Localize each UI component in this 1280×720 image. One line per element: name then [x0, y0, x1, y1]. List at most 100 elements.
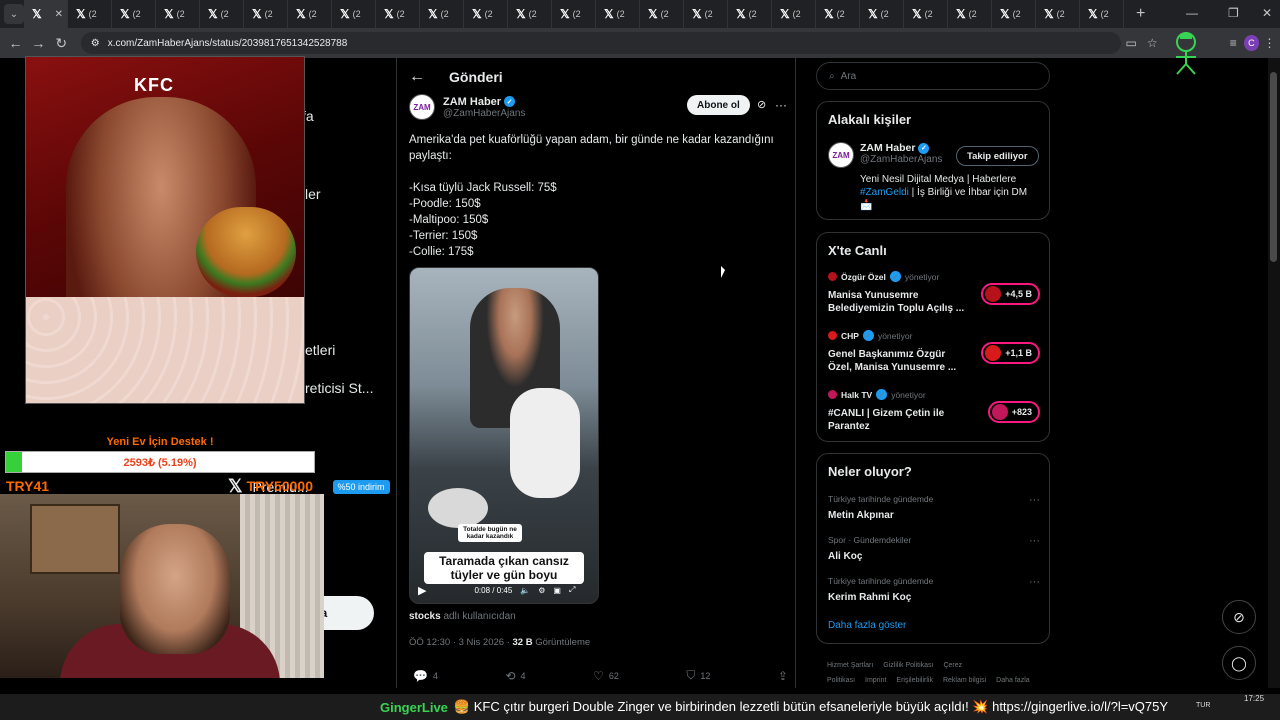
tray-language[interactable]: TUR [1196, 702, 1210, 709]
related-user[interactable]: ZAM ZAM Haber ✓ @ZamHaberAjans [828, 142, 942, 168]
browser-tab[interactable]: 𝕏 (2 [376, 0, 420, 28]
nav-item-fragment[interactable]: ler [305, 186, 321, 202]
browser-tab[interactable]: 𝕏 (2 [640, 0, 684, 28]
post-author[interactable]: ZAM ZAM Haber ✓ @ZamHaberAjans [409, 94, 525, 120]
browser-tab[interactable]: 𝕏 (2 [244, 0, 288, 28]
related-bio: Yeni Nesil Dijital Medya | Haberlere #Za… [860, 173, 1040, 212]
x-favicon-icon: 𝕏 [252, 7, 262, 21]
live-item[interactable]: Özgür Özel ✓ yönetiyor Manisa Yunusemre Be… [828, 271, 1040, 315]
share-icon: ⇪ [777, 668, 788, 683]
bookmark-star-icon[interactable]: ☆ [1142, 36, 1163, 50]
browser-tab[interactable]: 𝕏 (2 [596, 0, 640, 28]
trend-item[interactable]: Türkiye tarihinde gündemde Kerim Rahmi Ko… [828, 576, 1040, 603]
address-bar[interactable]: ⚙ x.com/ZamHaberAjans/status/20398176513… [80, 32, 1121, 54]
browser-tab[interactable]: 𝕏 (2 [464, 0, 508, 28]
author-name[interactable]: ZAM Haber [443, 96, 501, 108]
browser-tab[interactable]: 𝕏 (2 [112, 0, 156, 28]
browser-tab[interactable]: 𝕏 (2 [200, 0, 244, 28]
browser-tab[interactable]: 𝕏 (2 [816, 0, 860, 28]
browser-tab[interactable]: 𝕏 (2 [288, 0, 332, 28]
cast-icon[interactable]: ▭ [1121, 36, 1142, 50]
post-more-icon[interactable]: ··· [775, 98, 787, 112]
browser-tab[interactable]: 𝕏 (2 [68, 0, 112, 28]
browser-tab[interactable]: 𝕏X✕ [24, 0, 68, 28]
nav-item-fragment[interactable]: etleri [305, 342, 335, 358]
live-listeners-pill[interactable]: +823 [987, 401, 1040, 423]
post-meta: ÖÖ 12:30 · 3 Nis 2026 · 32 B Görüntüleme [409, 637, 590, 648]
share-button[interactable]: ⇪ [778, 668, 788, 683]
reload-icon[interactable]: ↻ [50, 35, 73, 52]
browser-tab[interactable]: 𝕏 (2 [904, 0, 948, 28]
grok-icon[interactable]: ⊘ [757, 98, 766, 111]
browser-tab[interactable]: 𝕏 (2 [508, 0, 552, 28]
back-arrow-icon[interactable]: ← [409, 68, 425, 86]
footer-link[interactable]: Reklam bilgisi [943, 677, 986, 684]
browser-menu-icon[interactable]: ⋮ [1259, 36, 1280, 50]
browser-tab[interactable]: 𝕏 (2 [1080, 0, 1124, 28]
bio-hashtag[interactable]: #ZamGeldi [860, 187, 909, 198]
footer-link[interactable]: Erişilebilirlik [896, 677, 933, 684]
bookmark-button[interactable]: ⛉ 12 [686, 668, 710, 683]
browser-tab[interactable]: 𝕏 (2 [552, 0, 596, 28]
trend-more-icon[interactable]: ··· [1029, 576, 1040, 588]
trend-item[interactable]: Türkiye tarihinde gündemde Metin Akpınar ·… [828, 494, 1040, 521]
subscribe-button[interactable]: Abone ol [687, 95, 750, 115]
new-tab-button[interactable]: + [1136, 5, 1145, 23]
pip-icon[interactable]: ▣ [553, 586, 561, 595]
taskbar-clock[interactable]: 17:25 [1244, 694, 1264, 704]
site-info-icon[interactable]: ⚙ [91, 38, 100, 49]
minimize-button[interactable]: — [1186, 6, 1198, 20]
show-more-link[interactable]: Daha fazla göster [828, 620, 906, 631]
close-tab-icon[interactable]: ✕ [55, 9, 63, 20]
scroll-thumb[interactable] [1270, 72, 1277, 262]
back-icon[interactable]: ← [4, 35, 27, 51]
trend-more-icon[interactable]: ··· [1029, 535, 1040, 547]
maximize-button[interactable]: ❐ [1228, 6, 1239, 20]
like-button[interactable]: ♡ 62 [593, 668, 619, 683]
browser-tab[interactable]: 𝕏 (2 [948, 0, 992, 28]
trend-more-icon[interactable]: ··· [1029, 494, 1040, 506]
reading-list-icon[interactable]: ≡ [1223, 36, 1244, 50]
volume-icon[interactable]: 🔈 [520, 586, 530, 595]
page-scrollbar[interactable] [1268, 58, 1280, 688]
live-item[interactable]: CHP ✓ yönetiyor Genel Başkanımız Özgür Öze… [828, 330, 1040, 374]
grok-float-button[interactable]: ⊘ [1222, 600, 1256, 634]
repost-button[interactable]: ⟲ 4 [505, 668, 525, 683]
browser-tab[interactable]: 𝕏 (2 [1036, 0, 1080, 28]
nav-item-fragment[interactable]: reticisi St... [305, 380, 373, 396]
post-video[interactable]: Totalde bugün ne kadar kazandık Taramada… [409, 267, 599, 604]
live-listeners-pill[interactable]: +1,1 B [981, 342, 1040, 364]
browser-tab[interactable]: 𝕏 (2 [156, 0, 200, 28]
x-favicon-icon: 𝕏 [1088, 7, 1098, 21]
play-icon[interactable]: ▶ [418, 584, 426, 597]
browser-tab[interactable]: 𝕏 (2 [420, 0, 464, 28]
tab-search-button[interactable]: ⌄ [4, 4, 24, 24]
footer-link[interactable]: Gizlilik Politikası [883, 662, 933, 669]
browser-tab[interactable]: 𝕏 (2 [860, 0, 904, 28]
footer-link[interactable]: Hizmet Şartları [827, 662, 873, 669]
settings-icon[interactable]: ⚙ [538, 586, 545, 595]
live-item[interactable]: Halk TV ✓ yönetiyor #CANLI | Gizem Çetin i… [828, 389, 1040, 433]
source-user[interactable]: stocks [409, 611, 441, 622]
footer-link[interactable]: Imprint [865, 677, 886, 684]
browser-tab[interactable]: 𝕏 (2 [332, 0, 376, 28]
profile-avatar[interactable]: C [1243, 35, 1259, 51]
browser-tab[interactable]: 𝕏 (2 [728, 0, 772, 28]
author-avatar[interactable]: ZAM [409, 94, 435, 120]
close-window-button[interactable]: ✕ [1262, 6, 1272, 20]
related-name[interactable]: ZAM Haber [860, 142, 915, 154]
messages-float-button[interactable]: ◯ [1222, 646, 1256, 680]
live-listeners-pill[interactable]: +4,5 B [981, 283, 1040, 305]
search-box[interactable]: ⌕ Ara [816, 62, 1050, 90]
post-time[interactable]: ÖÖ 12:30 · 3 Nis 2026 · [409, 637, 513, 648]
trend-item[interactable]: Spor · Gündemdekiler Ali Koç ··· [828, 535, 1040, 562]
fullscreen-icon[interactable]: ⤢ [569, 585, 575, 595]
following-button[interactable]: Takip ediliyor [956, 146, 1039, 166]
browser-tab[interactable]: 𝕏 (2 [684, 0, 728, 28]
browser-tab[interactable]: 𝕏 (2 [772, 0, 816, 28]
reply-button[interactable]: 💬 4 [413, 668, 438, 683]
forward-icon[interactable]: → [27, 35, 50, 51]
author-handle[interactable]: @ZamHaberAjans [443, 108, 525, 119]
related-avatar[interactable]: ZAM [828, 142, 854, 168]
browser-tab[interactable]: 𝕏 (2 [992, 0, 1036, 28]
